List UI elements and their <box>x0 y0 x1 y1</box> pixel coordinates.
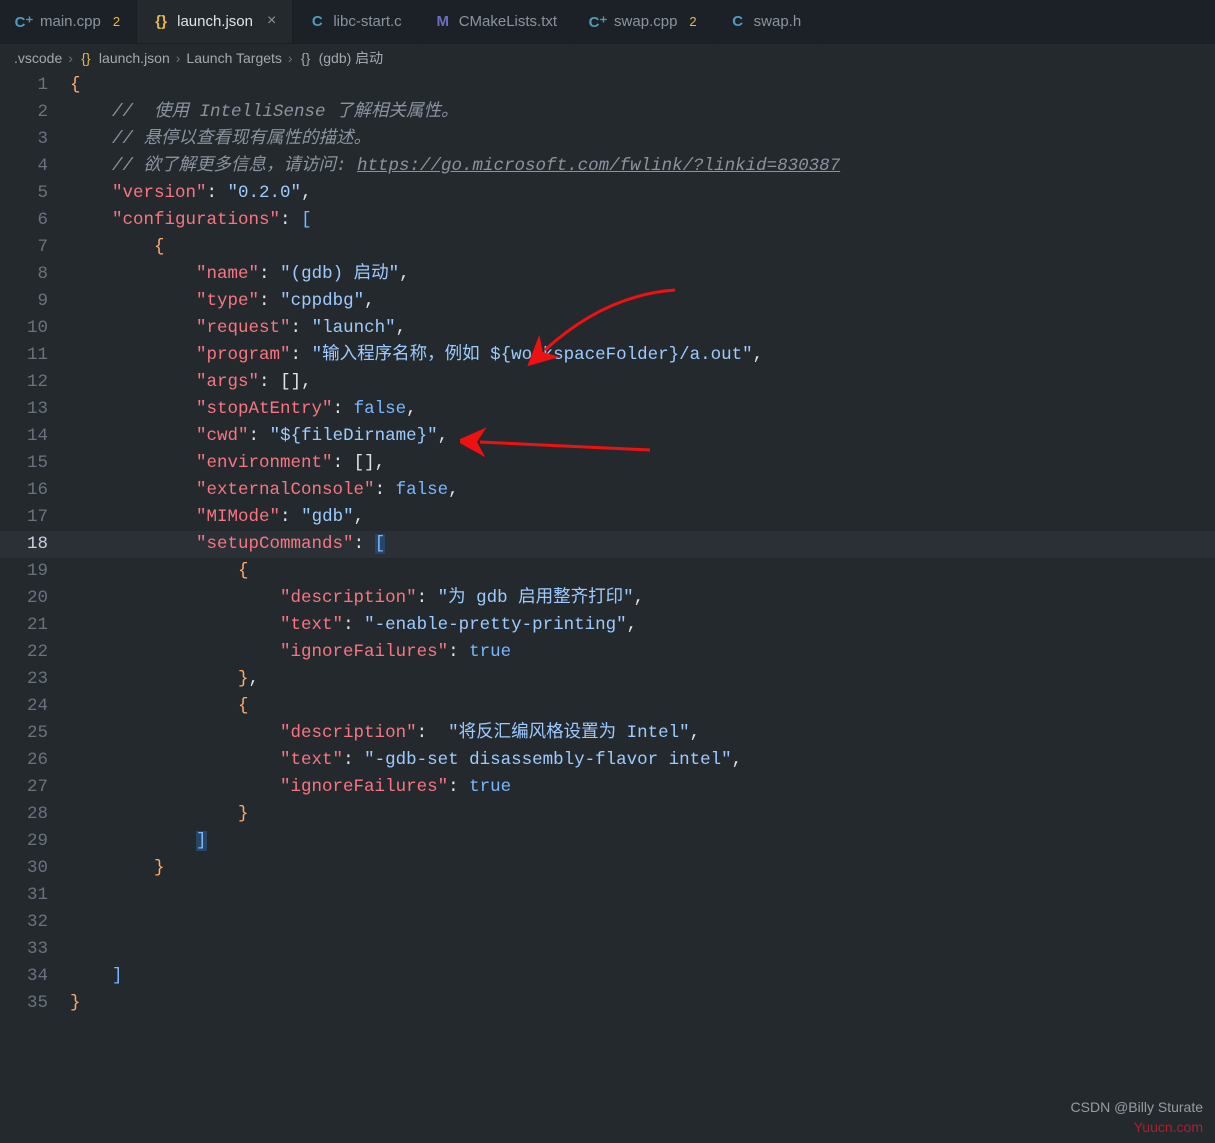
chevron-right-icon: › <box>68 50 73 66</box>
tab-badge: 2 <box>113 14 120 29</box>
json-icon: {} <box>299 51 313 65</box>
cmake-icon: M <box>435 14 451 30</box>
tab-label: main.cpp <box>40 13 101 30</box>
breadcrumb[interactable]: .vscode › {} launch.json › Launch Target… <box>0 44 1215 72</box>
c-icon: C <box>730 14 746 30</box>
tab-swap-cpp[interactable]: C⁺ swap.cpp 2 <box>574 0 714 43</box>
tab-badge: 2 <box>689 14 696 29</box>
tab-label: swap.h <box>754 13 802 30</box>
code-content[interactable]: { // 使用 IntelliSense 了解相关属性。 // 悬停以查看现有属… <box>70 72 1215 1017</box>
code-editor[interactable]: 1234567891011121314151617181920212223242… <box>0 72 1215 1017</box>
tab-bar: C⁺ main.cpp 2 {} launch.json × C libc-st… <box>0 0 1215 44</box>
breadcrumb-symbol[interactable]: Launch Targets <box>186 50 281 66</box>
breadcrumb-file[interactable]: launch.json <box>99 50 170 66</box>
json-icon: {} <box>79 51 93 65</box>
line-gutter: 1234567891011121314151617181920212223242… <box>0 72 70 1017</box>
cpp-icon: C⁺ <box>590 14 606 30</box>
watermark-yuucn: Yuucn.com <box>1134 1119 1203 1135</box>
tab-label: CMakeLists.txt <box>459 13 557 30</box>
cpp-icon: C⁺ <box>16 14 32 30</box>
breadcrumb-folder[interactable]: .vscode <box>14 50 62 66</box>
tab-launch-json[interactable]: {} launch.json × <box>137 0 293 43</box>
tab-cmakelists[interactable]: M CMakeLists.txt <box>419 0 574 43</box>
close-icon[interactable]: × <box>267 12 276 30</box>
json-icon: {} <box>153 13 169 29</box>
tab-libc-start[interactable]: C libc-start.c <box>293 0 418 43</box>
c-icon: C <box>309 14 325 30</box>
chevron-right-icon: › <box>288 50 293 66</box>
tab-label: swap.cpp <box>614 13 677 30</box>
chevron-right-icon: › <box>176 50 181 66</box>
tab-label: launch.json <box>177 13 253 30</box>
breadcrumb-symbol[interactable]: (gdb) 启动 <box>319 48 384 68</box>
tab-label: libc-start.c <box>333 13 401 30</box>
tab-swap-h[interactable]: C swap.h <box>714 0 819 43</box>
watermark-csdn: CSDN @Billy Sturate <box>1071 1099 1203 1115</box>
tab-main-cpp[interactable]: C⁺ main.cpp 2 <box>0 0 137 43</box>
